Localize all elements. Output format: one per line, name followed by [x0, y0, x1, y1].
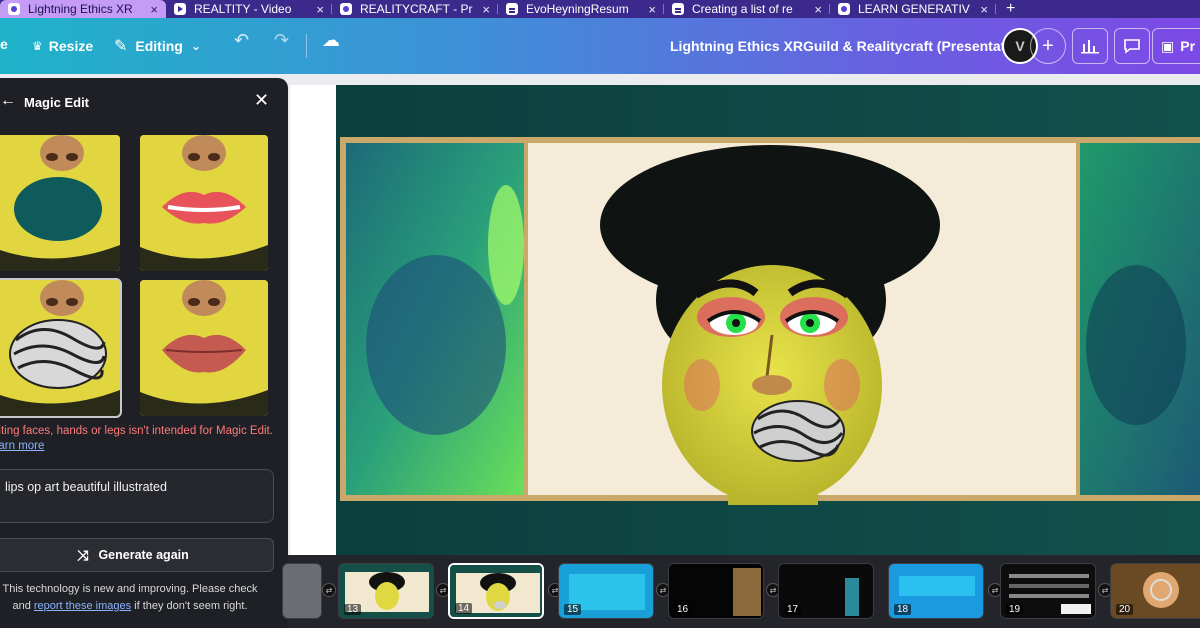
- tab-label: EvoHeyningResum: [526, 2, 629, 16]
- close-tab-icon[interactable]: ×: [150, 2, 158, 17]
- insights-icon[interactable]: [1072, 28, 1108, 64]
- chevron-down-icon: ⌄: [190, 39, 201, 53]
- doc-icon: [506, 3, 518, 15]
- cloud-saved-icon[interactable]: ☁: [322, 30, 340, 51]
- page-number: 16: [674, 604, 692, 615]
- avatar-initial: V: [1015, 38, 1025, 54]
- browser-tab-resume[interactable]: EvoHeyningResum ×: [498, 0, 664, 18]
- magic-edit-disclaimer: This technology is new and improving. Pl…: [2, 581, 258, 615]
- page-thumbnail-14[interactable]: 14: [448, 563, 544, 619]
- resize-button[interactable]: ♛ Resize: [32, 28, 93, 64]
- share-add-icon[interactable]: +: [1030, 28, 1066, 64]
- page-number: 15: [564, 604, 582, 615]
- doc-icon: [672, 3, 684, 15]
- panel-title: Magic Edit: [24, 95, 90, 110]
- page-thumbnail-17[interactable]: 17: [778, 563, 874, 619]
- crown-icon: ♛: [32, 39, 43, 53]
- page-number: 14: [455, 603, 473, 614]
- browser-tab-learn-generative[interactable]: LEARN GENERATIV ×: [830, 0, 996, 18]
- magic-edit-prompt-input[interactable]: lips op art beautiful illustrated: [0, 469, 274, 523]
- presentation-title[interactable]: Lightning Ethics XRGuild & Realitycraft …: [670, 38, 1031, 54]
- close-tab-icon[interactable]: ×: [814, 2, 822, 17]
- previous-page-edge: [290, 85, 336, 555]
- browser-tab-lightning-ethics[interactable]: Lightning Ethics XR ×: [0, 0, 166, 18]
- present-label: Pr: [1180, 38, 1196, 54]
- magic-edit-panel: ← Magic Edit ✕ diting faces, hands or le…: [0, 78, 288, 628]
- shuffle-icon: ⤨: [77, 546, 89, 563]
- page-thumbnail-16[interactable]: 16: [668, 563, 764, 619]
- page-number: 13: [344, 604, 362, 615]
- present-button[interactable]: ▣ Pr: [1152, 28, 1200, 64]
- close-icon[interactable]: ✕: [254, 90, 269, 111]
- browser-tab-realitycraft[interactable]: REALITYCRAFT - Pr ×: [332, 0, 498, 18]
- slide-canvas[interactable]: [336, 85, 1200, 555]
- pencil-icon: ✎: [114, 38, 128, 55]
- tab-label: REALTITY - Video: [194, 2, 292, 16]
- magic-edit-result-1[interactable]: [0, 135, 120, 271]
- tab-label: Lightning Ethics XR: [28, 2, 133, 16]
- tab-label: LEARN GENERATIV: [858, 2, 970, 16]
- redo-icon[interactable]: ↷: [274, 30, 289, 51]
- learn-more-link[interactable]: earn more: [0, 440, 44, 452]
- close-tab-icon[interactable]: ×: [648, 2, 656, 17]
- canva-icon: [340, 3, 352, 15]
- present-icon: ▣: [1161, 37, 1175, 54]
- resize-label: Resize: [48, 38, 94, 54]
- close-tab-icon[interactable]: ×: [316, 2, 324, 17]
- toolbar-divider: [306, 34, 307, 58]
- magic-edit-warning: diting faces, hands or legs isn't intend…: [0, 425, 273, 437]
- page-number: 18: [894, 604, 912, 615]
- transition-icon[interactable]: ⇄: [322, 583, 336, 597]
- tab-separator: [995, 4, 996, 14]
- generate-again-button[interactable]: ⤨ Generate again: [0, 538, 274, 572]
- slide-artwork[interactable]: [336, 85, 1200, 555]
- generate-again-label: Generate again: [98, 548, 189, 562]
- browser-tab-creating-list[interactable]: Creating a list of re ×: [664, 0, 830, 18]
- video-icon: [174, 3, 186, 15]
- page-thumbnail-12[interactable]: [282, 563, 322, 619]
- tab-label: Creating a list of re: [692, 2, 793, 16]
- magic-edit-result-3[interactable]: [0, 278, 122, 418]
- close-tab-icon[interactable]: ×: [980, 2, 988, 17]
- report-images-link[interactable]: report these images: [34, 600, 131, 612]
- editor-toolbar: e ♛ Resize ✎ Editing ⌄ ↶ ↷ ☁ Lightning E…: [0, 18, 1200, 74]
- canva-icon: [838, 3, 850, 15]
- tab-label: REALITYCRAFT - Pr: [360, 2, 473, 16]
- disclaimer-text-end: if they don't seem right.: [134, 600, 248, 612]
- page-number: 17: [784, 604, 802, 615]
- close-tab-icon[interactable]: ×: [482, 2, 490, 17]
- magic-edit-result-2[interactable]: [140, 135, 268, 271]
- page-number: 20: [1116, 604, 1134, 615]
- file-menu-button[interactable]: e: [0, 36, 8, 52]
- new-tab-button[interactable]: +: [996, 0, 1025, 18]
- page-thumbnail-19[interactable]: 19: [1000, 563, 1096, 619]
- undo-icon[interactable]: ↶: [234, 30, 249, 51]
- page-thumbnail-20[interactable]: 20: [1110, 563, 1200, 619]
- magic-edit-result-4[interactable]: [140, 280, 268, 416]
- page-number: 19: [1006, 604, 1024, 615]
- comment-icon[interactable]: [1114, 28, 1150, 64]
- back-arrow-icon[interactable]: ←: [0, 92, 16, 110]
- page-thumbnail-13[interactable]: 13: [338, 563, 434, 619]
- editing-mode-button[interactable]: ✎ Editing ⌄: [114, 28, 201, 64]
- page-thumbnail-15[interactable]: 15: [558, 563, 654, 619]
- browser-tab-strip: Lightning Ethics XR × REALTITY - Video ×…: [0, 0, 1200, 18]
- editing-label: Editing: [135, 38, 183, 54]
- page-thumbnail-18[interactable]: 18: [888, 563, 984, 619]
- page-filmstrip: ⇄ 13 ⇄ 14 ⇄ 15 ⇄ 16 ⇄ 17 18 ⇄ 19 ⇄ 20: [282, 555, 1200, 628]
- canva-icon: [8, 3, 20, 15]
- browser-tab-realtity-video[interactable]: REALTITY - Video ×: [166, 0, 332, 18]
